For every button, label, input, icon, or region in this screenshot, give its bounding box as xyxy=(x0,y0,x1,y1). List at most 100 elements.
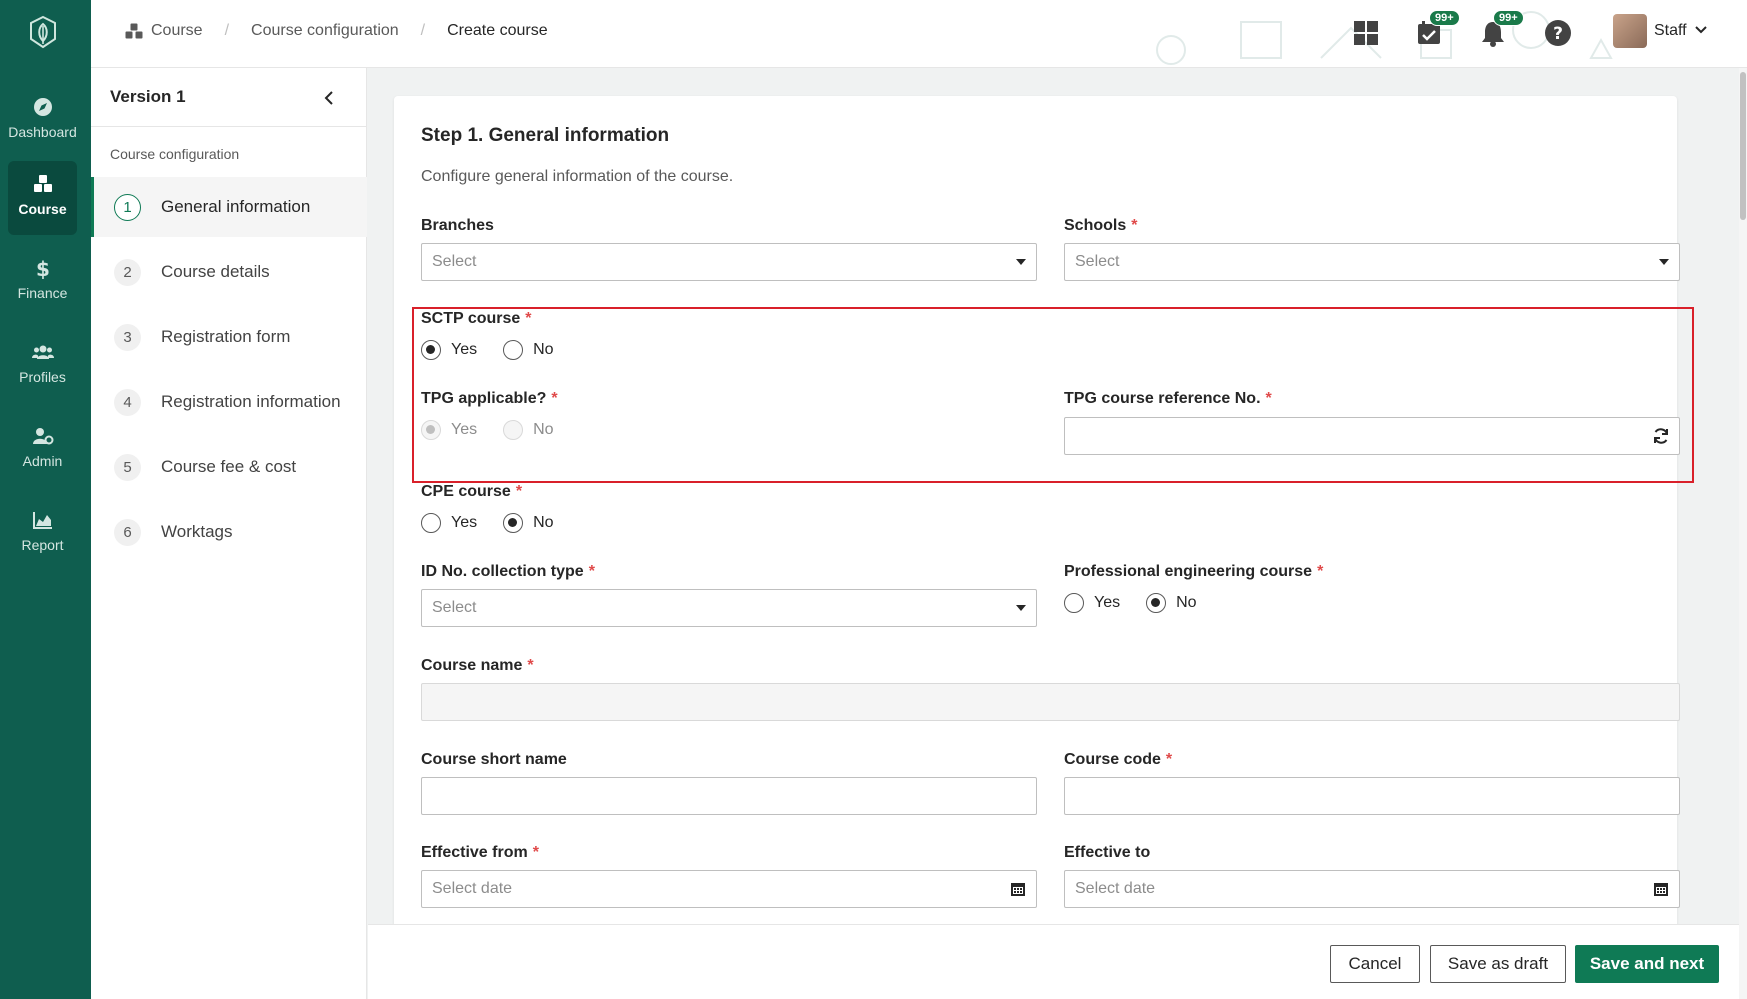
caret-down-icon xyxy=(1016,259,1026,265)
branches-label: Branches xyxy=(421,217,494,234)
nav-item-label: Course xyxy=(18,201,67,217)
nav-item-label: Admin xyxy=(22,453,63,469)
caret-down-icon xyxy=(1659,259,1669,265)
cubes-icon xyxy=(125,23,143,39)
cpe-no-radio[interactable]: No xyxy=(503,513,554,533)
step-number: 1 xyxy=(114,193,141,221)
apps-grid-icon[interactable] xyxy=(1351,18,1381,48)
leaf-book-logo[interactable] xyxy=(26,14,60,50)
nav-item-course[interactable]: Course xyxy=(8,161,77,235)
help-icon[interactable]: ? xyxy=(1543,18,1573,48)
page-title: Step 1. General information xyxy=(421,125,670,146)
step-label: Registration form xyxy=(161,327,291,346)
nav-item-label: Profiles xyxy=(19,369,66,385)
nav-rail: Dashboard Course $ Finance Profiles Admi… xyxy=(0,0,91,999)
cancel-button[interactable]: Cancel xyxy=(1330,945,1420,983)
dollar-icon: $ xyxy=(36,257,50,279)
step-label: Worktags xyxy=(161,522,233,541)
calendar-icon xyxy=(1011,883,1025,896)
effective-from-label: Effective from * xyxy=(421,844,539,861)
general-information-card: Step 1. General information Configure ge… xyxy=(394,96,1680,924)
course-code-input[interactable] xyxy=(1064,777,1680,815)
branches-placeholder: Select xyxy=(432,253,477,270)
course-short-name-label: Course short name xyxy=(421,751,567,768)
step-number: 3 xyxy=(114,323,141,351)
course-code-label: Course code * xyxy=(1064,751,1173,768)
save-draft-button[interactable]: Save as draft xyxy=(1430,945,1566,983)
step-number: 5 xyxy=(114,453,141,481)
user-menu[interactable]: Staff xyxy=(1654,22,1707,40)
branches-select[interactable]: Select xyxy=(421,243,1037,281)
effective-from-datepicker[interactable]: Select date xyxy=(421,870,1037,908)
effective-from-placeholder: Select date xyxy=(432,880,513,897)
breadcrumb-separator: / xyxy=(420,22,426,39)
cubes-icon xyxy=(33,175,52,192)
users-icon xyxy=(31,345,54,359)
schools-select[interactable]: Select xyxy=(1064,243,1680,281)
user-name: Staff xyxy=(1654,22,1687,39)
effective-to-placeholder: Select date xyxy=(1075,880,1156,897)
effective-to-label: Effective to xyxy=(1064,844,1151,861)
breadcrumb-course-configuration[interactable]: Course configuration xyxy=(251,22,399,40)
nav-item-dashboard[interactable]: Dashboard xyxy=(8,84,77,158)
step-worktags[interactable]: 6 Worktags xyxy=(91,502,367,562)
nav-item-admin[interactable]: Admin xyxy=(8,413,77,487)
step-label: Course details xyxy=(161,262,270,281)
id-type-select[interactable]: Select xyxy=(421,589,1037,627)
step-course-fee-cost[interactable]: 5 Course fee & cost xyxy=(91,437,367,497)
professional-engineering-label: Professional engineering course * xyxy=(1064,563,1324,580)
course-name-label: Course name * xyxy=(421,657,534,674)
step-label: General information xyxy=(161,197,311,216)
scrollbar-thumb[interactable] xyxy=(1740,72,1746,220)
nav-item-label: Report xyxy=(21,537,64,553)
save-next-button[interactable]: Save and next xyxy=(1575,945,1719,983)
divider xyxy=(91,126,367,127)
prof-eng-no-radio[interactable]: No xyxy=(1146,593,1197,613)
steps-heading: Course configuration xyxy=(110,146,240,162)
step-registration-information[interactable]: 4 Registration information xyxy=(91,372,367,432)
avatar[interactable] xyxy=(1613,14,1647,48)
cpe-label: CPE course * xyxy=(421,483,523,500)
prof-eng-yes-radio[interactable]: Yes xyxy=(1064,593,1120,613)
step-label: Course fee & cost xyxy=(161,457,297,476)
user-gear-icon xyxy=(32,428,53,445)
breadcrumb: Course / Course configuration / Create c… xyxy=(125,22,548,40)
nav-item-profiles[interactable]: Profiles xyxy=(8,329,77,403)
chevron-down-icon xyxy=(1695,26,1707,34)
cpe-radio-group: Yes No xyxy=(421,513,580,533)
step-number: 4 xyxy=(114,388,141,416)
professional-engineering-radio-group: Yes No xyxy=(1064,593,1223,613)
nav-item-label: Dashboard xyxy=(8,124,77,140)
tasks-badge: 99+ xyxy=(1429,10,1460,26)
schools-placeholder: Select xyxy=(1075,253,1120,270)
header-decoration-illustration xyxy=(1156,11,1613,65)
form-content: Step 1. General information Configure ge… xyxy=(368,68,1739,924)
breadcrumb-separator: / xyxy=(224,22,230,39)
nav-item-finance[interactable]: $ Finance xyxy=(8,245,77,319)
course-name-input[interactable] xyxy=(421,683,1680,721)
caret-down-icon xyxy=(1016,605,1026,611)
page-subtitle: Configure general information of the cou… xyxy=(421,168,734,185)
chevron-left-icon[interactable] xyxy=(319,88,339,108)
tasks-button[interactable]: 99+ xyxy=(1415,10,1460,48)
step-general-information[interactable]: 1 General information xyxy=(91,177,367,237)
calendar-icon xyxy=(1654,883,1668,896)
schools-label: Schools * xyxy=(1064,217,1138,234)
step-registration-form[interactable]: 3 Registration form xyxy=(91,307,367,367)
step-label: Registration information xyxy=(161,392,341,411)
breadcrumb-course[interactable]: Course xyxy=(151,22,203,40)
nav-item-report[interactable]: Report xyxy=(8,497,77,571)
effective-to-datepicker[interactable]: Select date xyxy=(1064,870,1680,908)
scrollbar[interactable] xyxy=(1739,68,1747,999)
step-course-details[interactable]: 2 Course details xyxy=(91,242,367,302)
course-short-name-input[interactable] xyxy=(421,777,1037,815)
top-header: Course / Course configuration / Create c… xyxy=(91,0,1747,68)
cpe-yes-radio[interactable]: Yes xyxy=(421,513,477,533)
breadcrumb-current: Create course xyxy=(447,22,548,39)
steps-panel: Version 1 Course configuration 1 General… xyxy=(91,68,367,999)
chart-area-icon xyxy=(32,512,52,529)
step-number: 2 xyxy=(114,258,141,286)
svg-text:$: $ xyxy=(36,257,50,279)
notifications-button[interactable]: 99+ xyxy=(1479,10,1524,48)
nav-item-label: Finance xyxy=(17,285,68,301)
